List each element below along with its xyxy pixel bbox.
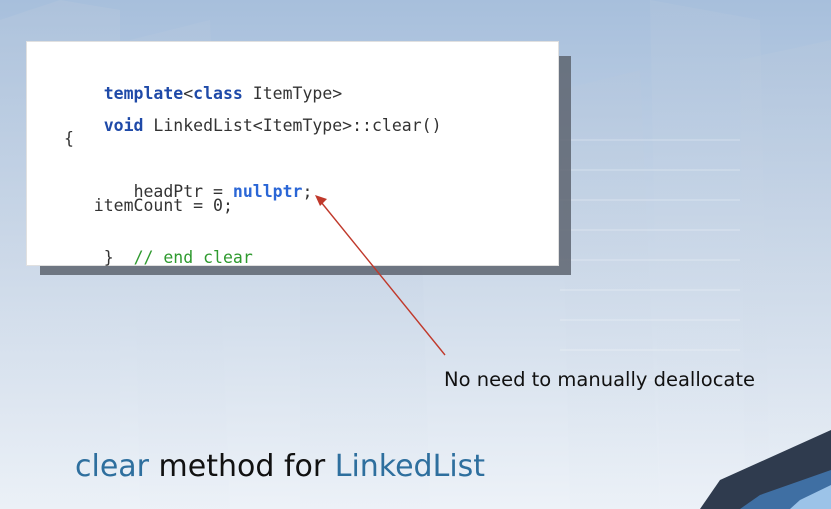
code-line-5: itemCount = 0; (64, 196, 233, 215)
annotation-text: No need to manually deallocate (444, 368, 756, 391)
code-keyword-nullptr: nullptr (232, 182, 303, 201)
code-brace: } (103, 248, 134, 267)
code-text: LinkedList<ItemType>::clear() (143, 116, 442, 135)
slide-title-method: clear (75, 449, 150, 484)
slide-title-middle: method for (149, 449, 335, 484)
slide-title-class: LinkedList (334, 449, 486, 484)
code-line-6: } // end clear (64, 228, 253, 288)
code-line-2: void LinkedList<ItemType>::clear() (64, 96, 442, 156)
code-keyword-void: void (103, 116, 144, 135)
code-text: ; (302, 182, 313, 201)
code-snippet-box: template<class ItemType> void LinkedList… (27, 42, 558, 267)
code-line-3: { (64, 129, 74, 148)
slide-title: clear method for LinkedList (75, 449, 485, 484)
code-comment: // end clear (133, 248, 253, 267)
